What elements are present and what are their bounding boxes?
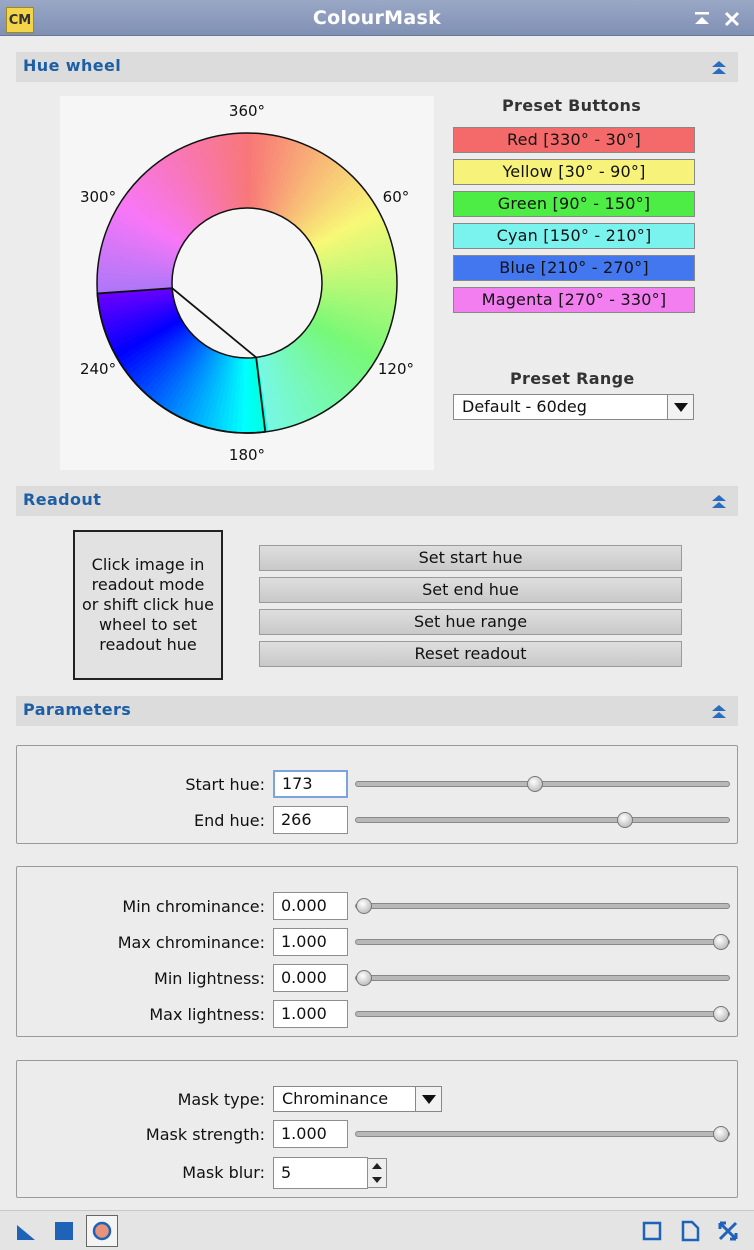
min-chrominance-slider[interactable] xyxy=(355,898,730,914)
max-chrominance-slider[interactable] xyxy=(355,934,730,950)
mask-type-value: Chrominance xyxy=(282,1089,389,1108)
browse-documentation-icon[interactable] xyxy=(640,1219,664,1243)
preset-button[interactable]: Blue [210° - 270°] xyxy=(453,255,695,281)
bottom-toolbar xyxy=(0,1210,754,1250)
mask-blur-input[interactable]: 5 xyxy=(273,1157,368,1189)
section-title: Hue wheel xyxy=(23,56,122,75)
start-hue-slider[interactable] xyxy=(355,776,730,792)
document-icon[interactable] xyxy=(678,1219,702,1243)
preset-range-title: Preset Range xyxy=(510,369,635,388)
circle-icon xyxy=(92,1221,112,1241)
mask-strength-input[interactable]: 1.000 xyxy=(273,1120,348,1148)
collapse-icon[interactable] xyxy=(710,492,728,510)
set-hue-range-button[interactable]: Set hue range xyxy=(259,609,682,635)
start-hue-label: Start hue: xyxy=(185,775,265,794)
preset-range-select[interactable]: Default - 60deg xyxy=(453,394,694,420)
mask-type-select[interactable]: Chrominance xyxy=(273,1086,442,1112)
reset-readout-button[interactable]: Reset readout xyxy=(259,641,682,667)
max-lightness-input[interactable]: 1.000 xyxy=(273,1000,348,1028)
slider-thumb[interactable] xyxy=(356,970,372,986)
end-hue-input[interactable]: 266 xyxy=(273,806,348,834)
chevron-down-icon[interactable] xyxy=(667,395,693,419)
shade-window-icon[interactable] xyxy=(692,9,712,29)
min-chrominance-input[interactable]: 0.000 xyxy=(273,892,348,920)
mask-type-label: Mask type: xyxy=(177,1090,265,1109)
preset-button[interactable]: Green [90° - 150°] xyxy=(453,191,695,217)
close-icon[interactable] xyxy=(722,9,742,29)
title-bar: CM ColourMask xyxy=(0,0,754,36)
mask-blur-label: Mask blur: xyxy=(182,1163,265,1182)
set-end-hue-button[interactable]: Set end hue xyxy=(259,577,682,603)
hue-label: 180° xyxy=(229,446,265,464)
hue-label: 360° xyxy=(229,102,265,120)
preset-buttons-title: Preset Buttons xyxy=(502,96,642,115)
window-title: ColourMask xyxy=(312,7,442,29)
start-hue-input[interactable]: 173 xyxy=(273,770,348,798)
hue-wheel-section-header[interactable]: Hue wheel xyxy=(16,52,738,82)
reset-icon[interactable] xyxy=(716,1219,740,1243)
hue-label: 240° xyxy=(80,360,116,378)
preset-button[interactable]: Red [330° - 30°] xyxy=(453,127,695,153)
preset-button[interactable]: Yellow [30° - 90°] xyxy=(453,159,695,185)
hue-label: 300° xyxy=(80,188,116,206)
hue-wheel[interactable]: 360° 60° 120° 180° 240° 300° xyxy=(60,96,434,470)
parameters-section-header[interactable]: Parameters xyxy=(16,696,738,726)
section-title: Parameters xyxy=(23,700,132,719)
slider-thumb[interactable] xyxy=(713,1126,729,1142)
mask-blur-spinner[interactable] xyxy=(367,1158,387,1188)
readout-info-text: Click image in readout mode or shift cli… xyxy=(81,555,215,654)
new-instance-icon[interactable] xyxy=(14,1219,38,1243)
apply-global-icon[interactable] xyxy=(52,1219,76,1243)
slider-thumb[interactable] xyxy=(356,898,372,914)
min-lightness-slider[interactable] xyxy=(355,970,730,986)
max-chrominance-label: Max chrominance: xyxy=(117,933,265,952)
preset-button[interactable]: Magenta [270° - 330°] xyxy=(453,287,695,313)
slider-thumb[interactable] xyxy=(713,934,729,950)
preview-toggle[interactable] xyxy=(86,1215,118,1247)
preset-button[interactable]: Cyan [150° - 210°] xyxy=(453,223,695,249)
hue-wheel-canvas[interactable]: 360° 60° 120° 180° 240° 300° xyxy=(60,96,434,470)
min-chrominance-label: Min chrominance: xyxy=(122,897,265,916)
collapse-icon[interactable] xyxy=(710,58,728,76)
collapse-icon[interactable] xyxy=(710,702,728,720)
readout-info-box: Click image in readout mode or shift cli… xyxy=(73,530,223,680)
hue-label: 60° xyxy=(383,188,410,206)
dialog-body: Hue wheel 360° 60° 120° 180° 240° 300° Preset… xyxy=(0,36,754,1250)
inner-ring xyxy=(171,207,323,359)
max-chrominance-input[interactable]: 1.000 xyxy=(273,928,348,956)
section-title: Readout xyxy=(23,490,102,509)
set-start-hue-button[interactable]: Set start hue xyxy=(259,545,682,571)
slider-thumb[interactable] xyxy=(616,812,633,828)
mask-strength-label: Mask strength: xyxy=(145,1125,265,1144)
readout-section-header[interactable]: Readout xyxy=(16,486,738,516)
mask-strength-slider[interactable] xyxy=(355,1126,730,1142)
end-hue-label: End hue: xyxy=(193,811,265,830)
min-lightness-input[interactable]: 0.000 xyxy=(273,964,348,992)
max-lightness-label: Max lightness: xyxy=(149,1005,265,1024)
preset-range-value: Default - 60deg xyxy=(462,397,587,416)
max-lightness-slider[interactable] xyxy=(355,1006,730,1022)
chevron-down-icon[interactable] xyxy=(415,1087,441,1111)
end-hue-slider[interactable] xyxy=(355,812,730,828)
hue-label: 120° xyxy=(378,360,414,378)
slider-thumb[interactable] xyxy=(713,1006,729,1022)
min-lightness-label: Min lightness: xyxy=(154,969,265,988)
hue-ring[interactable] xyxy=(97,133,397,433)
